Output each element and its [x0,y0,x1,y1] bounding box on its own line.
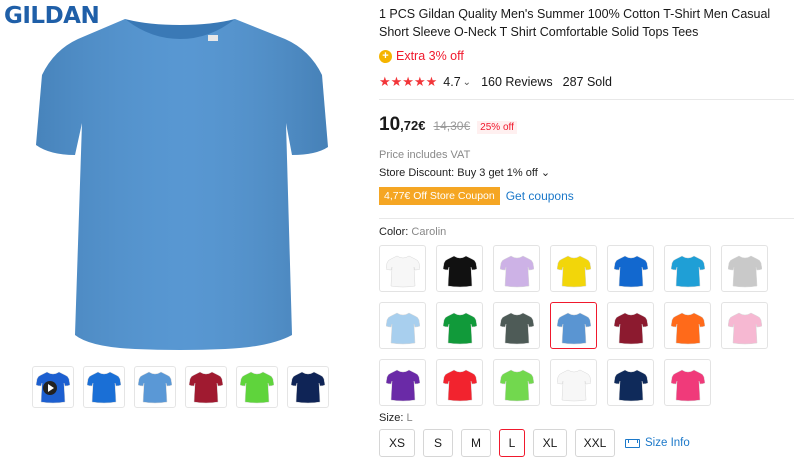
color-swatch[interactable] [493,302,540,349]
size-option-m[interactable]: M [461,429,491,457]
color-swatches [379,245,794,406]
color-swatch[interactable] [607,245,654,292]
color-swatch[interactable] [436,359,483,406]
color-swatch[interactable] [379,245,426,292]
size-info-link[interactable]: Size Info [625,437,690,449]
tshirt-swatch-icon [613,255,648,287]
promo-text: Extra 3% off [396,49,464,63]
tshirt-swatch-icon [670,369,705,401]
tshirt-swatch-icon [556,255,591,287]
extra-discount-promo[interactable]: + Extra 3% off [379,49,800,63]
price-fraction: ,72€ [400,118,426,133]
get-coupons-link[interactable]: Get coupons [506,189,574,203]
tshirt-swatch-icon [385,369,420,401]
color-label-text: Color: [379,226,409,238]
tshirt-swatch-icon [499,312,534,344]
product-title: 1 PCS Gildan Quality Men's Summer 100% C… [379,7,771,39]
product-gallery: GILDAN [0,0,360,465]
tshirt-swatch-icon [670,255,705,287]
tshirt-swatch-icon [613,369,648,401]
reviews-count[interactable]: 160 Reviews [481,75,553,89]
ruler-icon [625,438,640,448]
size-label-text: Size: [379,412,404,424]
color-swatch[interactable] [550,359,597,406]
discount-badge: 25% off [477,121,517,134]
coin-icon: + [379,49,392,63]
color-swatch[interactable] [436,302,483,349]
gallery-thumbnail[interactable] [32,366,74,408]
tshirt-swatch-icon [727,312,762,344]
store-coupon-badge[interactable]: 4,77€ Off Store Coupon [379,187,500,205]
tshirt-thumbnail-icon [189,371,223,404]
color-swatch[interactable] [664,245,711,292]
tshirt-thumbnail-icon [87,371,121,404]
color-selected-value: Carolin [411,226,447,238]
size-option-xxl[interactable]: XXL [575,429,615,457]
tshirt-thumbnail-icon [138,371,172,404]
size-info-text: Size Info [645,437,690,449]
color-swatch[interactable] [550,245,597,292]
color-swatch[interactable] [721,245,768,292]
gallery-thumbnail[interactable] [236,366,278,408]
tshirt-swatch-icon [442,369,477,401]
color-swatch[interactable] [721,302,768,349]
color-swatch[interactable] [493,359,540,406]
color-swatch[interactable] [436,245,483,292]
tshirt-swatch-icon [556,369,591,401]
store-discount[interactable]: Store Discount: Buy 3 get 1% off ⌄ [379,166,800,179]
size-options: XS S M L XL XXL Size Info [379,429,690,457]
product-info: 1 PCS Gildan Quality Men's Summer 100% C… [379,0,800,406]
size-option-xs[interactable]: XS [379,429,415,457]
color-swatch[interactable] [379,302,426,349]
color-swatch[interactable] [664,359,711,406]
size-option-l[interactable]: L [499,429,525,457]
vat-note: Price includes VAT [379,149,471,161]
tshirt-swatch-icon [499,255,534,287]
tshirt-swatch-icon [442,255,477,287]
sold-count: 287 Sold [562,75,612,89]
tshirt-swatch-icon [556,312,591,344]
gallery-thumbnail[interactable] [134,366,176,408]
gallery-thumbnail[interactable] [83,366,125,408]
thumbnail-strip [32,366,329,408]
gallery-thumbnail[interactable] [287,366,329,408]
price-integer: 10 [379,114,401,135]
tshirt-swatch-icon [442,312,477,344]
size-label: Size: L [379,412,413,424]
tshirt-swatch-icon [385,255,420,287]
size-selected-value: L [406,412,413,424]
rating-value[interactable]: 4.7 [443,75,460,89]
star-rating-icon: ★★★★★ [379,74,438,89]
color-swatch[interactable] [664,302,711,349]
divider [379,99,794,100]
color-swatch[interactable] [607,359,654,406]
color-swatch[interactable] [550,302,597,349]
chevron-down-icon[interactable]: ⌄ [463,77,471,88]
price-row: 10 ,72€ 14,30€ 25% off [379,114,800,136]
color-swatch[interactable] [607,302,654,349]
main-product-image[interactable] [30,5,330,355]
gallery-thumbnail[interactable] [185,366,227,408]
size-option-xl[interactable]: XL [533,429,567,457]
divider [379,218,794,219]
tshirt-swatch-icon [613,312,648,344]
color-swatch[interactable] [493,245,540,292]
color-swatch[interactable] [379,359,426,406]
tshirt-swatch-icon [727,255,762,287]
size-option-s[interactable]: S [423,429,453,457]
tshirt-thumbnail-icon [240,371,274,404]
rating-row: ★★★★★ 4.7 ⌄ 160 Reviews 287 Sold [379,74,800,90]
play-icon[interactable] [43,381,57,395]
tshirt-swatch-icon [670,312,705,344]
tshirt-thumbnail-icon [291,371,325,404]
tshirt-swatch-icon [499,369,534,401]
coupon-row: 4,77€ Off Store Coupon Get coupons [379,187,800,205]
tshirt-swatch-icon [385,312,420,344]
color-label: Color: Carolin [379,226,800,238]
original-price: 14,30€ [433,119,471,133]
